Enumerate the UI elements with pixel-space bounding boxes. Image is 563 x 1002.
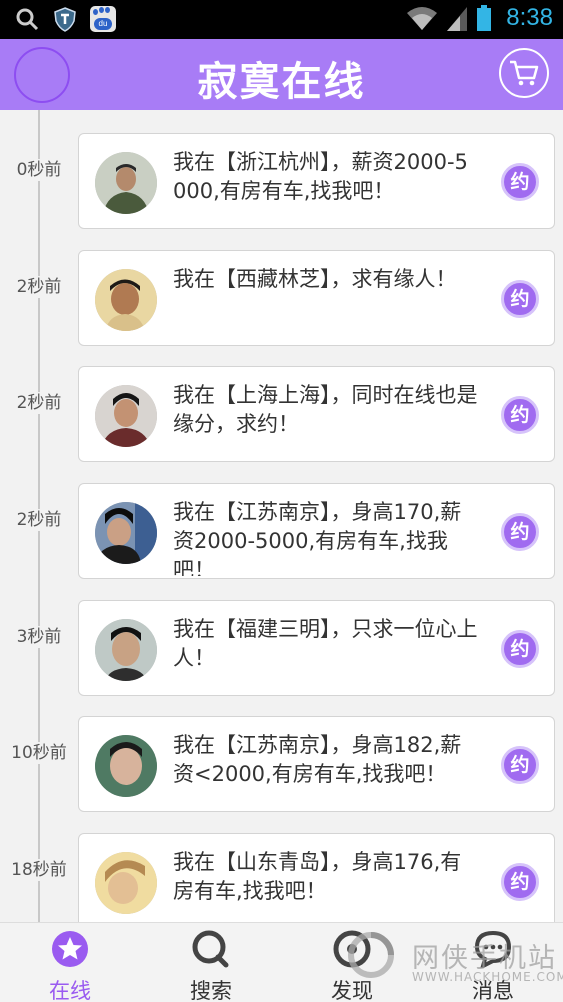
date-request-button[interactable]: 约 [501,280,539,318]
message-text: 我在【山东青岛】，身高176,有房有车,找我吧！ [173,850,462,903]
date-request-button[interactable]: 约 [501,863,539,901]
date-request-button[interactable]: 约 [501,630,539,668]
time-label: 18秒前 [0,859,78,881]
tab-label: 发现 [331,979,373,1002]
search-icon [16,8,39,31]
list-item[interactable]: 2秒前 我在【上海上海】，同时在线也是缘分，求约！ 约 [0,366,563,462]
online-feed[interactable]: 0秒前 我在【浙江杭州】，薪资2000-5000,有房有车,找我吧！ 约 2秒前 [0,110,563,922]
avatar[interactable] [95,735,157,797]
battery-icon [477,5,492,31]
feed-card[interactable]: 我在【西藏林芝】，求有缘人！ 约 [78,250,555,346]
tab-messages[interactable]: 消息 [443,923,543,1002]
app-header: 寂寞在线 [0,39,563,110]
tab-label: 在线 [49,979,91,1002]
avatar[interactable] [95,385,157,447]
tab-online[interactable]: 在线 [20,923,120,1002]
list-item[interactable]: 3秒前 我在【福建三明】，只求一位心上人！ 约 [0,600,563,696]
message-text: 我在【福建三明】，只求一位心上人！ [173,617,478,670]
feed-card[interactable]: 我在【江苏南京】，身高182,薪资<2000,有房有车,找我吧！ 约 [78,716,555,812]
time-label: 2秒前 [0,509,78,531]
time-label: 0秒前 [0,159,78,181]
time-label: 3秒前 [0,626,78,648]
tab-search[interactable]: 搜索 [161,923,261,1002]
star-icon [52,931,88,967]
message-text: 我在【西藏林芝】，求有缘人！ [173,267,457,291]
message-icon [474,930,512,968]
status-bar: du 8:38 [0,0,563,39]
time-label: 2秒前 [0,392,78,414]
tab-label: 消息 [472,979,514,1002]
list-item[interactable]: 10秒前 我在【江苏南京】，身高182,薪资<2000,有房有车,找我吧！ 约 [0,716,563,812]
time-label: 10秒前 [0,742,78,764]
baidu-badge-text: du [94,18,112,30]
date-request-button[interactable]: 约 [501,513,539,551]
avatar[interactable] [95,502,157,564]
search-icon [192,930,229,968]
message-text: 我在【江苏南京】，身高170,薪资2000-5000,有房有车,找我吧！ [173,500,462,576]
avatar[interactable] [95,269,157,331]
date-request-button[interactable]: 约 [501,396,539,434]
baidu-paw-icon: du [90,6,116,32]
feed-card[interactable]: 我在【上海上海】，同时在线也是缘分，求约！ 约 [78,366,555,462]
list-item[interactable]: 2秒前 我在【西藏林芝】，求有缘人！ 约 [0,250,563,346]
list-item[interactable]: 2秒前 我在【江苏南京】，身高170,薪资2000-5000,有房有车,找我吧！… [0,483,563,579]
message-text: 我在【浙江杭州】，薪资2000-5000,有房有车,找我吧！ [173,150,468,203]
message-text: 我在【江苏南京】，身高182,薪资<2000,有房有车,找我吧！ [173,733,462,786]
avatar[interactable] [95,852,157,914]
feed-card[interactable]: 我在【浙江杭州】，薪资2000-5000,有房有车,找我吧！ 约 [78,133,555,229]
tab-discover[interactable]: 发现 [302,923,402,1002]
shield-icon [54,7,76,32]
feed-card[interactable]: 我在【福建三明】，只求一位心上人！ 约 [78,600,555,696]
avatar[interactable] [95,152,157,214]
date-request-button[interactable]: 约 [501,163,539,201]
signal-icon [447,7,468,31]
avatar[interactable] [95,619,157,681]
page-title: 寂寞在线 [197,59,366,105]
cart-icon [510,60,539,86]
discover-icon [333,930,371,968]
status-time: 8:38 [506,4,553,31]
wifi-icon [407,7,438,30]
list-item[interactable]: 0秒前 我在【浙江杭州】，薪资2000-5000,有房有车,找我吧！ 约 [0,133,563,229]
list-item[interactable]: 18秒前 我在【山东青岛】，身高176,有房有车,找我吧！ 约 [0,833,563,922]
feed-card[interactable]: 我在【山东青岛】，身高176,有房有车,找我吧！ 约 [78,833,555,922]
tab-label: 搜索 [190,979,232,1002]
feed-card[interactable]: 我在【江苏南京】，身高170,薪资2000-5000,有房有车,找我吧！ 约 [78,483,555,579]
cart-button[interactable] [499,48,549,98]
date-request-button[interactable]: 约 [501,746,539,784]
message-text: 我在【上海上海】，同时在线也是缘分，求约！ [173,383,478,436]
time-label: 2秒前 [0,276,78,298]
bottom-tab-bar: 在线 搜索 发现 消息 [0,922,563,1002]
